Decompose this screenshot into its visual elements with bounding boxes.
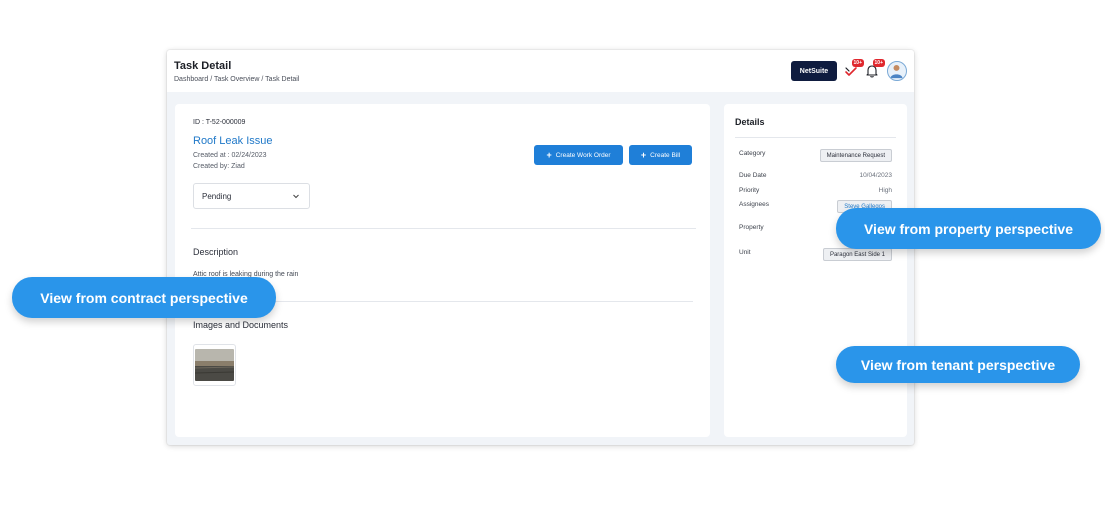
chevron-down-icon [293,194,299,199]
create-work-order-label: Create Work Order [555,151,611,159]
roof-photo-image [194,349,235,381]
create-work-order-button[interactable]: + Create Work Order [534,145,623,165]
plus-icon: + [640,149,647,160]
divider [735,137,896,138]
alerts-badge: 10+ [872,59,885,67]
images-heading: Images and Documents [193,320,289,330]
divider [191,228,696,229]
priority-value: High [878,187,892,194]
view-property-perspective-button[interactable]: View from property perspective [836,208,1101,249]
category-label: Category [739,150,766,157]
alerts-button[interactable]: 10+ [864,59,885,79]
create-bill-label: Create Bill [650,151,681,159]
task-main-panel: ID : T-52-000009 Roof Leak Issue Created… [175,104,710,437]
plus-icon: + [546,149,552,160]
avatar[interactable] [887,61,907,81]
description-heading: Description [193,247,239,257]
view-contract-perspective-button[interactable]: View from contract perspective [12,277,276,318]
task-title: Roof Leak Issue [193,135,273,147]
attachment-thumbnail[interactable] [193,344,236,386]
assignees-label: Assignees [739,201,769,208]
app-window: Task Detail Dashboard / Task Overview / … [167,50,914,445]
task-id: ID : T-52-000009 [193,119,246,126]
priority-label: Priority [739,187,760,194]
category-value: Maintenance Request [819,149,892,162]
details-panel: Details Category Maintenance Request Due… [724,104,907,437]
top-bar: Task Detail Dashboard / Task Overview / … [167,50,914,92]
view-tenant-perspective-button[interactable]: View from tenant perspective [836,346,1080,383]
user-avatar-icon [890,64,903,79]
status-value: Pending [202,191,232,201]
create-bill-button[interactable]: + Create Bill [629,145,692,165]
page-title: Task Detail [174,60,232,72]
breadcrumb[interactable]: Dashboard / Task Overview / Task Detail [174,76,299,83]
tasks-notification-button[interactable]: 10+ [843,59,864,79]
tasks-badge: 10+ [851,59,864,67]
details-heading: Details [735,117,765,127]
created-at: Created at : 02/24/2023 [193,152,267,159]
status-select[interactable]: Pending [193,183,310,209]
due-date-label: Due Date [739,172,767,179]
netsuite-button[interactable]: NetSuite [791,61,837,81]
property-label: Property [739,224,764,231]
unit-value[interactable]: Paragon East Side 1 [822,248,892,261]
created-by: Created by: Ziad [193,163,245,170]
due-date-value: 10/04/2023 [859,172,892,179]
unit-label: Unit [739,249,751,256]
